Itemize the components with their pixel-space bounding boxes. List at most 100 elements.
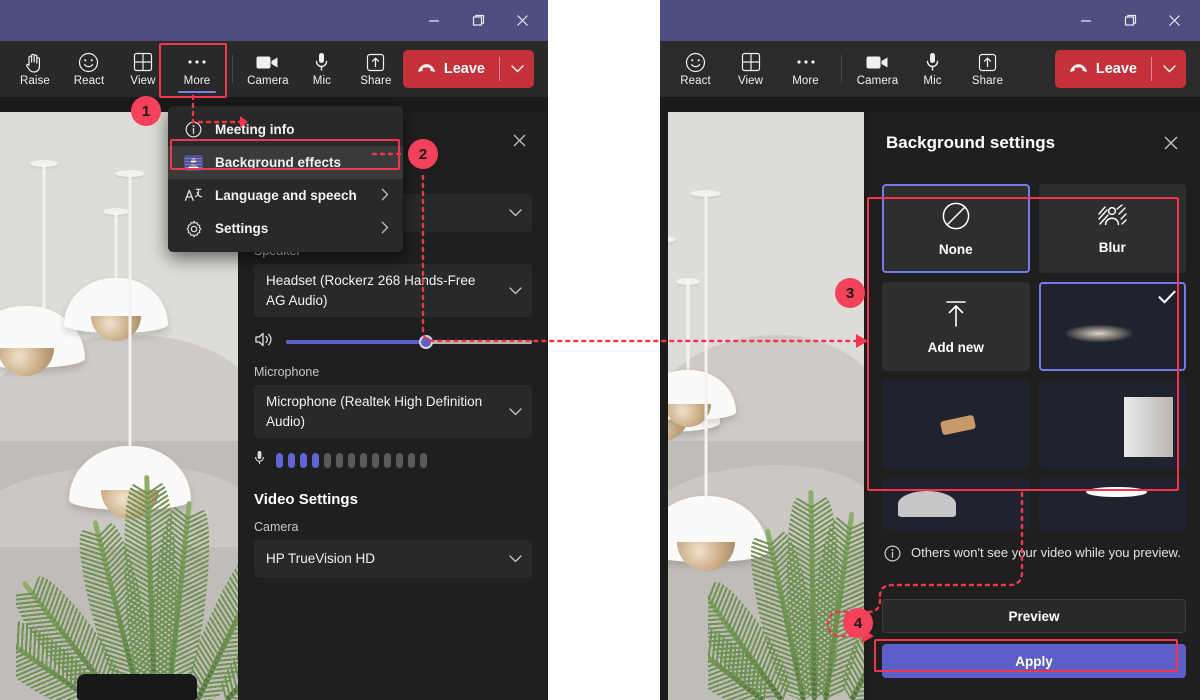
chevron-down-icon <box>509 281 522 301</box>
no-effect-icon <box>941 201 971 236</box>
share-screen-icon <box>978 51 997 73</box>
mic-level-bar <box>372 453 379 469</box>
camera-button[interactable]: Camera <box>241 43 295 95</box>
menu-item-label: Background effects <box>215 155 342 170</box>
mic-level-bar <box>348 453 355 469</box>
mic-level-bar <box>288 453 295 469</box>
react-button[interactable]: React <box>62 43 116 95</box>
speaker-value: Headset (Rockerz 268 Hands-Free AG Audio… <box>266 273 476 308</box>
raise-hand-label: Raise <box>20 75 50 87</box>
mic-level-bar <box>336 453 343 469</box>
background-thumbnail-8[interactable] <box>1038 478 1186 530</box>
gear-icon <box>184 220 203 238</box>
more-label: More <box>183 75 211 87</box>
right-meeting-toolbar: React View More Camera Mic Share Leave <box>660 41 1200 97</box>
share-screen-icon <box>366 51 385 73</box>
camera-dropdown[interactable]: HP TrueVision HD <box>254 540 532 579</box>
left-title-bar <box>0 0 548 41</box>
preview-note: Others won't see your video while you pr… <box>868 530 1200 567</box>
mic-level-bar <box>300 453 307 469</box>
mic-level-bar <box>384 453 391 469</box>
preview-button[interactable]: Preview <box>882 599 1186 633</box>
microphone-icon <box>254 450 265 471</box>
mic-level-bar <box>360 453 367 469</box>
background-option-none[interactable]: None <box>882 184 1030 273</box>
camera-label: Camera <box>247 75 289 87</box>
background-thumbnail-6[interactable] <box>1038 380 1186 469</box>
menu-item-label: Meeting info <box>215 122 295 137</box>
close-icon[interactable] <box>500 0 544 41</box>
leave-options-caret[interactable] <box>1152 50 1186 88</box>
background-panel-title: Background settings <box>886 133 1056 152</box>
mic-label: Mic <box>923 75 942 87</box>
view-button[interactable]: View <box>116 43 170 95</box>
menu-item-language-and-speech[interactable]: Language and speech <box>168 179 403 212</box>
mic-button[interactable]: Mic <box>295 43 349 95</box>
background-settings-panel: Background settings None Blur Add new Othe… <box>868 112 1200 700</box>
menu-item-background-effects[interactable]: Background effects <box>168 146 403 179</box>
share-button[interactable]: Share <box>349 43 403 95</box>
background-thumbnail-4[interactable] <box>1038 282 1186 371</box>
microphone-icon <box>925 51 940 73</box>
camera-button[interactable]: Camera <box>850 43 905 95</box>
share-label: Share <box>360 75 392 87</box>
chevron-down-icon <box>509 549 522 569</box>
camera-value: HP TrueVision HD <box>266 551 376 567</box>
close-icon[interactable] <box>1152 0 1196 41</box>
info-circle-icon <box>184 121 203 138</box>
more-toolbar-button[interactable]: More <box>778 43 833 95</box>
leave-button-group: Leave <box>1054 50 1186 88</box>
background-option-blur[interactable]: Blur <box>1038 184 1186 273</box>
leave-options-caret[interactable] <box>500 50 534 88</box>
ellipsis-icon <box>187 51 207 73</box>
minimize-icon[interactable] <box>412 0 456 41</box>
background-thumbnail-7[interactable] <box>882 478 1030 530</box>
background-thumbnail-5[interactable] <box>882 380 1030 469</box>
apply-button[interactable]: Apply <box>882 644 1186 678</box>
toolbar-divider <box>231 55 233 83</box>
volume-slider[interactable] <box>286 335 532 350</box>
menu-item-meeting-info[interactable]: Meeting info <box>168 113 403 146</box>
info-circle-icon <box>884 545 901 567</box>
left-meeting-toolbar: Raise React View More Camera Mic Share L… <box>0 41 548 97</box>
mic-label: Mic <box>312 75 331 87</box>
background-option-label: Add new <box>927 339 984 355</box>
smiley-face-icon <box>78 51 99 73</box>
more-toolbar-button[interactable]: More <box>170 43 224 95</box>
hang-up-icon <box>1069 60 1088 78</box>
background-option-add-new[interactable]: Add new <box>882 282 1030 371</box>
microphone-value: Microphone (Realtek High Definition Audi… <box>266 394 483 429</box>
background-panel-header: Background settings <box>868 112 1200 174</box>
chevron-right-icon <box>381 188 389 204</box>
leave-button[interactable]: Leave <box>403 50 499 88</box>
device-panel-close-icon[interactable] <box>504 125 534 155</box>
mic-level-bar <box>276 453 283 469</box>
background-panel-close-icon[interactable] <box>1156 128 1186 158</box>
checkmark-icon <box>1158 290 1176 309</box>
raise-hand-button[interactable]: Raise <box>8 43 62 95</box>
blur-icon <box>1096 203 1128 234</box>
volume-slider-thumb[interactable] <box>419 335 434 350</box>
react-button[interactable]: React <box>668 43 723 95</box>
leave-button[interactable]: Leave <box>1055 50 1151 88</box>
ellipsis-icon <box>796 51 816 73</box>
maximize-icon[interactable] <box>456 0 500 41</box>
leave-label: Leave <box>1095 61 1137 77</box>
mic-level-meter <box>254 450 532 471</box>
mic-level-bar <box>408 453 415 469</box>
mic-button[interactable]: Mic <box>905 43 960 95</box>
minimize-icon[interactable] <box>1064 0 1108 41</box>
background-tiles-grid: None Blur Add new <box>868 174 1200 530</box>
menu-item-settings[interactable]: Settings <box>168 212 403 245</box>
speaker-dropdown[interactable]: Headset (Rockerz 268 Hands-Free AG Audio… <box>254 264 532 318</box>
leave-button-group: Leave <box>402 50 534 88</box>
volume-slider-fill <box>286 340 427 345</box>
maximize-icon[interactable] <box>1108 0 1152 41</box>
view-label: View <box>130 75 156 87</box>
react-label: React <box>680 75 711 87</box>
grid-view-icon <box>741 51 761 73</box>
right-meeting-stage: Background settings None Blur Add new Othe… <box>660 97 1200 700</box>
view-button[interactable]: View <box>723 43 778 95</box>
share-button[interactable]: Share <box>960 43 1015 95</box>
microphone-dropdown[interactable]: Microphone (Realtek High Definition Audi… <box>254 385 532 439</box>
